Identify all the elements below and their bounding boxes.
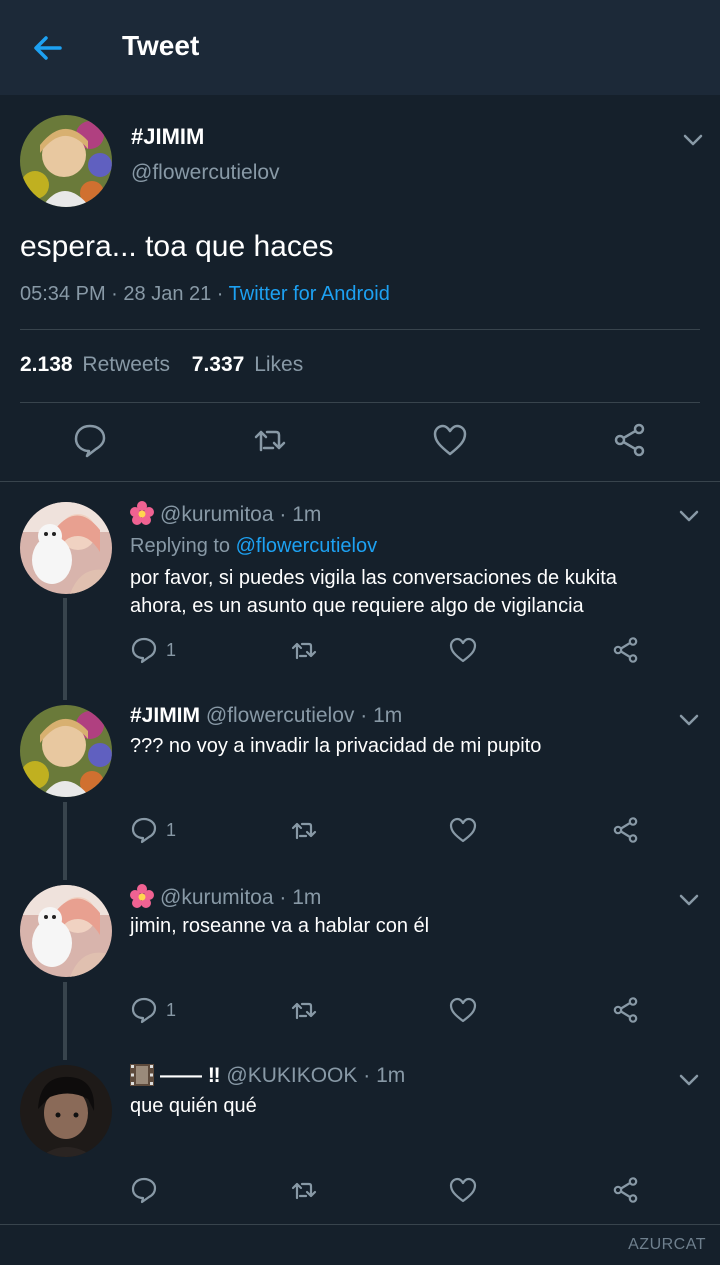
thread-line (63, 802, 67, 880)
tweet-date: 28 Jan 21 (123, 283, 212, 305)
replying-to: Replying to @flowercutielov (130, 535, 377, 558)
watermark: AZURCAT (628, 1236, 706, 1253)
author-handle[interactable]: @flowercutielov (131, 161, 280, 185)
reply-time: 1m (376, 1064, 406, 1087)
replying-to-mention[interactable]: @flowercutielov (236, 535, 377, 557)
reply-handle[interactable]: @flowercutielov (206, 704, 355, 727)
reply-icon[interactable] (130, 636, 158, 664)
page-title: Tweet (122, 30, 200, 61)
reply-count: 1 (166, 640, 177, 660)
tweet-meta: 05:34 PM · 28 Jan 21 · Twitter for Andro… (20, 283, 390, 306)
reply-time: 1m (373, 704, 403, 727)
like-heart-icon[interactable] (432, 422, 468, 458)
reply-text: por favor, si puedes vigila las conversa… (130, 567, 617, 589)
reply-header: @kurumitoa · 1m (130, 884, 321, 910)
likes-count[interactable]: 7.337 (192, 353, 245, 376)
like-heart-icon[interactable] (449, 996, 477, 1024)
replying-to-label: Replying to (130, 535, 231, 557)
chevron-down-icon[interactable] (679, 126, 707, 154)
retweet-icon[interactable] (290, 1176, 318, 1204)
retweet-icon[interactable] (290, 636, 318, 664)
tweet-time: 05:34 PM (20, 283, 106, 305)
top-bar: Tweet (0, 0, 720, 95)
retweet-icon[interactable] (290, 996, 318, 1024)
reply-text: que quién qué (130, 1095, 257, 1117)
avatar[interactable] (20, 885, 112, 977)
likes-label[interactable]: Likes (254, 353, 303, 376)
reply-time: 1m (292, 503, 322, 526)
like-heart-icon[interactable] (449, 636, 477, 664)
chevron-down-icon[interactable] (675, 706, 703, 734)
reply-icon[interactable] (130, 816, 158, 844)
reply-header: #JIMIM @flowercutielov · 1m (130, 704, 402, 728)
like-heart-icon[interactable] (449, 1176, 477, 1204)
retweet-icon[interactable] (290, 816, 318, 844)
divider (0, 1224, 720, 1225)
chevron-down-icon[interactable] (675, 502, 703, 530)
reply-count: 1 (166, 1000, 177, 1020)
author-name[interactable]: #JIMIM (131, 124, 204, 150)
avatar[interactable] (20, 1065, 112, 1157)
like-heart-icon[interactable] (449, 816, 477, 844)
reply-name[interactable]: —— ‼ (160, 1064, 221, 1087)
reply-header: —— ‼ @KUKIKOOK · 1m (130, 1064, 405, 1088)
meta-separator: · (211, 283, 229, 305)
avatar[interactable] (20, 115, 112, 207)
meta-separator: · (105, 283, 124, 305)
flower-emoji-icon (130, 884, 154, 908)
reply-text: ahora, es un asunto que requiere algo de… (130, 595, 584, 617)
film-frames-emoji-icon (130, 1064, 154, 1086)
reply-icon[interactable] (72, 422, 108, 458)
avatar[interactable] (20, 705, 112, 797)
meta-separator: · (273, 886, 293, 909)
divider (20, 402, 700, 403)
share-icon[interactable] (612, 636, 640, 664)
reply-time: 1m (292, 886, 322, 909)
retweets-label[interactable]: Retweets (82, 353, 170, 376)
chevron-down-icon[interactable] (675, 886, 703, 914)
share-icon[interactable] (612, 996, 640, 1024)
reply-handle[interactable]: @kurumitoa (160, 503, 274, 526)
divider (20, 329, 700, 330)
reply-name[interactable]: #JIMIM (130, 704, 200, 727)
meta-separator: · (273, 503, 293, 526)
avatar[interactable] (20, 502, 112, 594)
thread-line (63, 982, 67, 1060)
reply-header: @kurumitoa · 1m (130, 501, 321, 527)
share-icon[interactable] (612, 816, 640, 844)
chevron-down-icon[interactable] (675, 1066, 703, 1094)
retweet-icon[interactable] (252, 422, 288, 458)
tweet-stats: 2.138 Retweets 7.337 Likes (20, 353, 303, 377)
meta-separator: · (357, 1064, 377, 1087)
reply-icon[interactable] (130, 996, 158, 1024)
meta-separator: · (354, 704, 374, 727)
share-icon[interactable] (612, 1176, 640, 1204)
back-arrow-icon[interactable] (28, 28, 68, 68)
reply-text: ??? no voy a invadir la privacidad de mi… (130, 735, 542, 757)
tweet-text: espera... toa que haces (20, 230, 334, 263)
reply-count: 1 (166, 820, 177, 840)
tweet-source-link[interactable]: Twitter for Android (229, 283, 390, 305)
share-icon[interactable] (612, 422, 648, 458)
flower-emoji-icon (130, 501, 154, 525)
reply-text: jimin, roseanne va a hablar con él (130, 915, 430, 937)
reply-icon[interactable] (130, 1176, 158, 1204)
reply-handle[interactable]: @KUKIKOOK (226, 1064, 357, 1087)
thread-line (63, 598, 67, 700)
divider (0, 481, 720, 482)
retweets-count[interactable]: 2.138 (20, 353, 73, 376)
reply-handle[interactable]: @kurumitoa (160, 886, 274, 909)
